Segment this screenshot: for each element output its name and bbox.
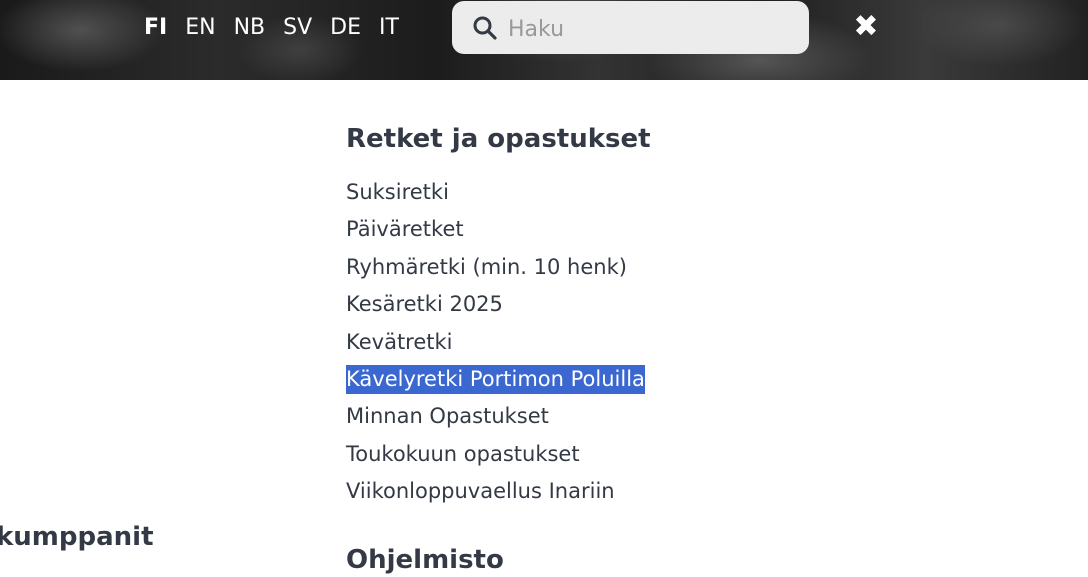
menu-link[interactable]: Suksiretki: [346, 180, 449, 204]
menu-link[interactable]: Kevätretki: [346, 330, 453, 354]
search-input[interactable]: [506, 9, 800, 49]
menu-link-selected[interactable]: Kävelyretki Portimon Poluilla: [346, 364, 645, 394]
language-sv[interactable]: SV: [283, 14, 312, 42]
menu-link[interactable]: Viikonloppuvaellus Inariin: [346, 479, 615, 503]
menu-link[interactable]: Päiväretket: [346, 217, 464, 241]
language-fi[interactable]: FI: [144, 14, 167, 42]
menu-link[interactable]: Minnan Opastukset: [346, 404, 549, 428]
language-en[interactable]: EN: [185, 14, 215, 42]
list-item: Ryhmäretki (min. 10 henk): [346, 249, 645, 286]
menu-link[interactable]: Ryhmäretki (min. 10 henk): [346, 255, 627, 279]
list-item: Kevätretki: [346, 324, 645, 361]
language-it[interactable]: IT: [379, 14, 399, 42]
list-item: Viikonloppuvaellus Inariin: [346, 473, 645, 510]
search-icon[interactable]: [472, 15, 498, 41]
top-bar: FI EN NB SV DE IT ✖: [0, 0, 1088, 80]
list-item: Minnan Opastukset: [346, 398, 645, 435]
trips-menu: Suksiretki Päiväretket Ryhmäretki (min. …: [346, 174, 645, 511]
search-box: [452, 1, 809, 54]
section-title: Retket ja opastukset: [346, 124, 651, 154]
menu-link[interactable]: Kesäretki 2025: [346, 292, 503, 316]
list-item: Kesäretki 2025: [346, 286, 645, 323]
language-nb[interactable]: NB: [234, 14, 266, 42]
list-item-selected: Kävelyretki Portimon Poluilla: [346, 361, 645, 398]
language-switcher: FI EN NB SV DE IT: [144, 14, 417, 42]
partners-heading: kumppanit: [0, 522, 154, 552]
next-section-title: Ohjelmisto: [346, 545, 504, 575]
menu-link[interactable]: Toukokuun opastukset: [346, 442, 580, 466]
close-icon[interactable]: ✖: [851, 12, 881, 42]
language-de[interactable]: DE: [330, 14, 361, 42]
list-item: Toukokuun opastukset: [346, 436, 645, 473]
list-item: Päiväretket: [346, 211, 645, 248]
list-item: Suksiretki: [346, 174, 645, 211]
